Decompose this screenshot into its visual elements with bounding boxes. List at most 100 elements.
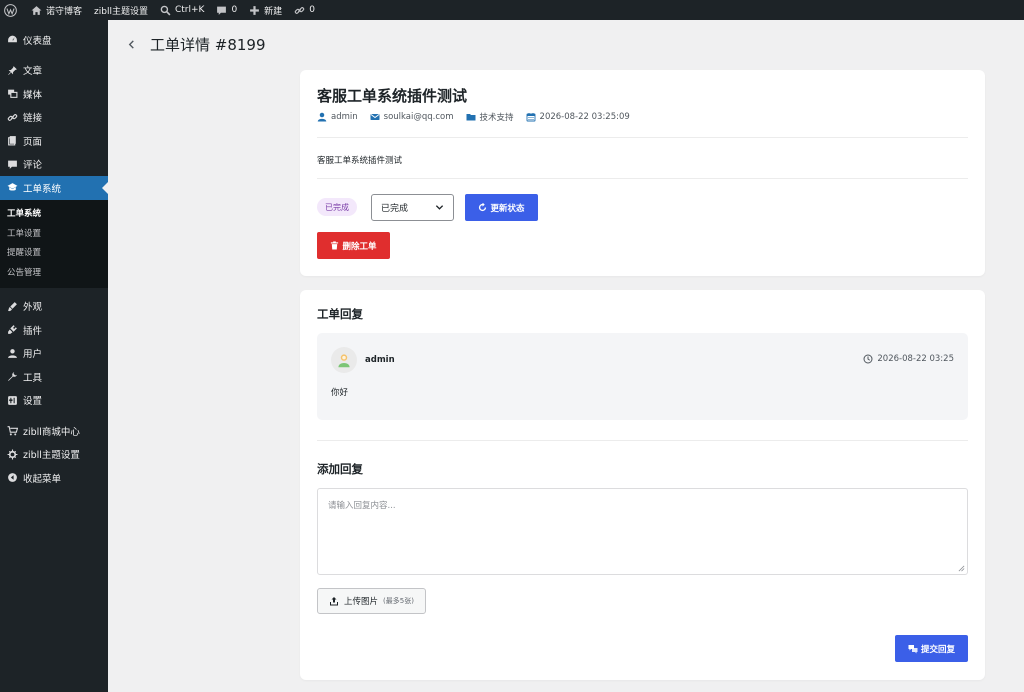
refresh-icon: [479, 203, 487, 212]
site-name-link[interactable]: 诺守博客: [25, 0, 88, 20]
site-name-label: 诺守博客: [46, 6, 83, 17]
plus-icon: [250, 5, 260, 15]
delete-ticket-label: 删除工单: [342, 241, 377, 252]
ticket-category: 技术支持: [466, 111, 514, 123]
trash-icon: [331, 241, 339, 250]
user-icon: [317, 112, 327, 122]
menu-tools[interactable]: 工具: [0, 365, 108, 389]
divider: [317, 440, 968, 441]
menu-settings[interactable]: 设置: [0, 389, 108, 413]
divider: [317, 137, 968, 138]
media-icon: [6, 88, 18, 100]
ticket-submenu: 工单系统 工单设置 提醒设置 公告管理: [0, 199, 108, 288]
resize-handle-icon[interactable]: [958, 565, 965, 572]
menu-plugins[interactable]: 插件: [0, 318, 108, 342]
search-shortcut[interactable]: Ctrl+K: [154, 0, 210, 20]
folder-icon: [466, 114, 476, 121]
ticket-email: soulkai@qq.com: [370, 112, 454, 122]
menu-posts[interactable]: 文章: [0, 59, 108, 83]
menu-collapse[interactable]: 收起菜单: [0, 466, 108, 490]
menu-comments[interactable]: 评论: [0, 153, 108, 177]
brush-icon: [6, 300, 18, 312]
ticket-icon: [6, 182, 18, 194]
user-icon: [6, 347, 18, 359]
menu-label: 外观: [23, 302, 43, 314]
menu-label: zibll商城中心: [23, 426, 80, 438]
submit-reply-label: 提交回复: [920, 644, 955, 655]
admin-bar: 诺守博客 zibll主题设置 Ctrl+K 0 新建 0: [0, 0, 1024, 20]
menu-label: 用户: [23, 349, 43, 361]
ticket-category-value: 技术支持: [479, 113, 514, 123]
submenu-reminder-settings[interactable]: 提醒设置: [0, 243, 108, 263]
comments-count: 0: [231, 5, 238, 15]
theme-settings-link[interactable]: zibll主题设置: [88, 0, 154, 20]
comments-link[interactable]: 0: [210, 0, 243, 20]
submit-reply-button[interactable]: 提交回复: [895, 635, 968, 662]
ticket-title: 客服工单系统插件测试: [317, 87, 468, 105]
page-title: 工单详情 #8199: [150, 36, 266, 54]
menu-zibll-theme-settings[interactable]: zibll主题设置: [0, 443, 108, 467]
menu-pages[interactable]: 页面: [0, 129, 108, 153]
status-select[interactable]: 已完成: [371, 194, 454, 221]
menu-media[interactable]: 媒体: [0, 82, 108, 106]
comment-icon: [217, 6, 227, 15]
menu-label: 页面: [23, 136, 43, 148]
submenu-ticket-settings[interactable]: 工单设置: [0, 223, 108, 243]
ticket-date-value: 2026-08-22 03:25:09: [539, 112, 630, 122]
search-shortcut-label: Ctrl+K: [174, 5, 205, 15]
menu-label: 文章: [23, 66, 43, 78]
status-badge: 已完成: [317, 198, 357, 216]
menu-ticket-system[interactable]: 工单系统: [0, 176, 108, 200]
menu-label: zibll主题设置: [23, 450, 80, 462]
links-link[interactable]: 0: [288, 0, 321, 20]
new-content-link[interactable]: 新建: [243, 0, 288, 20]
menu-links[interactable]: 链接: [0, 106, 108, 130]
new-label: 新建: [264, 6, 283, 17]
collapse-icon: [6, 472, 18, 484]
comment-icon: [6, 158, 18, 170]
menu-appearance[interactable]: 外观: [0, 295, 108, 319]
wordpress-logo-icon[interactable]: [0, 0, 25, 20]
submenu-announcement-management[interactable]: 公告管理: [0, 262, 108, 282]
menu-label: 收起菜单: [23, 473, 62, 485]
admin-sidebar: 仪表盘 文章 媒体 链接 页面 评论 工单系统 工单系统 工单设置 提醒设置 公…: [0, 20, 108, 692]
ticket-author-name: admin: [331, 112, 358, 122]
plugin-icon: [6, 324, 18, 336]
reply-textarea[interactable]: 请输入回复内容...: [317, 488, 968, 575]
menu-label: 仪表盘: [23, 35, 52, 47]
menu-dashboard[interactable]: 仪表盘: [0, 28, 108, 52]
upload-image-label: 上传图片: [344, 597, 379, 607]
upload-image-hint: (最多5张): [383, 597, 414, 605]
link-icon: [6, 111, 18, 123]
page-header: 工单详情 #8199: [124, 34, 266, 55]
update-status-button[interactable]: 更新状态: [465, 194, 538, 221]
back-button[interactable]: [124, 35, 138, 55]
ticket-meta: admin soulkai@qq.com 技术支持 2026-08-22 03:…: [317, 111, 630, 123]
link-icon: [294, 6, 305, 14]
menu-label: 工具: [23, 372, 43, 384]
menu-zibll-shop[interactable]: zibll商城中心: [0, 419, 108, 443]
menu-label: 插件: [23, 325, 43, 337]
reply-textarea-placeholder: 请输入回复内容...: [328, 501, 396, 511]
reply-time: 2026-08-22 03:25: [863, 354, 954, 364]
page-icon: [6, 135, 18, 147]
search-icon: [160, 5, 171, 15]
menu-label: 媒体: [23, 89, 43, 101]
ticket-email-value: soulkai@qq.com: [383, 112, 454, 122]
menu-users[interactable]: 用户: [0, 342, 108, 366]
wrench-icon: [6, 371, 18, 383]
ticket-body: 客服工单系统插件测试: [317, 156, 403, 166]
menu-label: 设置: [23, 396, 43, 408]
menu-label: 评论: [23, 160, 43, 172]
menu-label: 工单系统: [23, 183, 62, 195]
cart-icon: [6, 425, 18, 437]
avatar-image: [338, 354, 350, 368]
ticket-detail-card: 客服工单系统插件测试 admin soulkai@qq.com 技术支持 202…: [300, 70, 985, 276]
delete-ticket-button[interactable]: 删除工单: [317, 232, 390, 259]
submenu-ticket-system[interactable]: 工单系统: [0, 204, 108, 224]
ticket-date: 2026-08-22 03:25:09: [526, 112, 630, 122]
reply-content: 你好: [331, 388, 349, 398]
ticket-author: admin: [317, 112, 358, 122]
upload-image-button[interactable]: 上传图片 (最多5张): [317, 588, 426, 614]
home-icon: [31, 5, 42, 15]
